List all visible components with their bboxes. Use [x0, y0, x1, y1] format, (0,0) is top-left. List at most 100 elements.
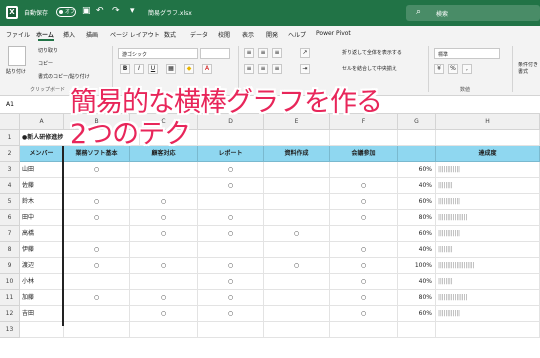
- format-painter-button[interactable]: 書式のコピー/貼り付け: [38, 73, 90, 80]
- cut-button[interactable]: 切り取り: [38, 47, 58, 54]
- row-header-11[interactable]: 11: [0, 290, 20, 306]
- tab-data[interactable]: データ: [190, 30, 208, 39]
- empty-cell[interactable]: [436, 130, 540, 146]
- align-middle-button[interactable]: ≡: [258, 48, 268, 58]
- progress-mark-cell[interactable]: [64, 274, 130, 290]
- achievement-bar[interactable]: ||||||||||||||||: [436, 210, 540, 226]
- progress-mark-cell[interactable]: ○: [198, 274, 264, 290]
- font-name-select[interactable]: 游ゴシック: [118, 48, 198, 59]
- progress-mark-cell[interactable]: [264, 242, 330, 258]
- empty-cell[interactable]: [20, 322, 64, 338]
- header-cell[interactable]: 資料作成: [264, 146, 330, 162]
- progress-mark-cell[interactable]: ○: [330, 306, 398, 322]
- empty-cell[interactable]: [398, 130, 436, 146]
- member-name[interactable]: 吉田: [20, 306, 64, 322]
- progress-mark-cell[interactable]: ○: [330, 194, 398, 210]
- progress-mark-cell[interactable]: ○: [64, 258, 130, 274]
- progress-mark-cell[interactable]: ○: [130, 258, 198, 274]
- achievement-percent[interactable]: 80%: [398, 210, 436, 226]
- progress-mark-cell[interactable]: [330, 226, 398, 242]
- empty-cell[interactable]: [330, 130, 398, 146]
- achievement-percent[interactable]: 40%: [398, 242, 436, 258]
- undo-icon[interactable]: ↶: [96, 6, 104, 16]
- progress-mark-cell[interactable]: ○: [330, 290, 398, 306]
- row-header-6[interactable]: 6: [0, 210, 20, 226]
- tab-draw[interactable]: 描画: [86, 30, 98, 39]
- member-name[interactable]: 田中: [20, 210, 64, 226]
- row-header-4[interactable]: 4: [0, 178, 20, 194]
- tab-page-layout[interactable]: ページ レイアウト: [110, 30, 160, 39]
- align-top-button[interactable]: ≡: [244, 48, 254, 58]
- progress-mark-cell[interactable]: [264, 274, 330, 290]
- column-header-h[interactable]: H: [436, 114, 540, 130]
- progress-mark-cell[interactable]: ○: [330, 258, 398, 274]
- progress-mark-cell[interactable]: ○: [264, 258, 330, 274]
- tab-view[interactable]: 表示: [242, 30, 254, 39]
- redo-icon[interactable]: ↷: [112, 6, 120, 16]
- achievement-bar[interactable]: ||||||||: [436, 274, 540, 290]
- progress-mark-cell[interactable]: [264, 194, 330, 210]
- progress-mark-cell[interactable]: [64, 178, 130, 194]
- row-header-5[interactable]: 5: [0, 194, 20, 210]
- orientation-button[interactable]: ↗: [300, 48, 310, 58]
- progress-mark-cell[interactable]: ○: [130, 210, 198, 226]
- progress-mark-cell[interactable]: [198, 194, 264, 210]
- italic-button[interactable]: I: [134, 64, 144, 74]
- tab-file[interactable]: ファイル: [6, 30, 30, 39]
- tab-help[interactable]: ヘルプ: [288, 30, 306, 39]
- conditional-format-button[interactable]: 条件付き書式: [518, 62, 540, 76]
- progress-mark-cell[interactable]: ○: [64, 162, 130, 178]
- member-name[interactable]: 渡辺: [20, 258, 64, 274]
- comma-button[interactable]: ,: [462, 64, 472, 74]
- header-cell[interactable]: メンバー: [20, 146, 64, 162]
- row-header-12[interactable]: 12: [0, 306, 20, 322]
- achievement-percent[interactable]: 60%: [398, 194, 436, 210]
- bold-button[interactable]: B: [120, 64, 130, 74]
- achievement-bar[interactable]: ||||||||||||: [436, 194, 540, 210]
- indent-button[interactable]: ⇥: [300, 64, 310, 74]
- progress-mark-cell[interactable]: ○: [198, 306, 264, 322]
- row-header-9[interactable]: 9: [0, 258, 20, 274]
- progress-mark-cell[interactable]: ○: [330, 178, 398, 194]
- achievement-bar[interactable]: ||||||||||||: [436, 306, 540, 322]
- row-header-1[interactable]: 1: [0, 130, 20, 146]
- font-size-select[interactable]: [200, 48, 230, 59]
- row-header-2[interactable]: 2: [0, 146, 20, 162]
- wrap-text-button[interactable]: 折り返して全体を表示する: [342, 49, 402, 56]
- align-right-button[interactable]: ≡: [272, 64, 282, 74]
- autosave-toggle[interactable]: オフ: [56, 7, 76, 17]
- empty-cell[interactable]: [330, 322, 398, 338]
- progress-mark-cell[interactable]: [64, 306, 130, 322]
- progress-mark-cell[interactable]: ○: [64, 242, 130, 258]
- achievement-bar[interactable]: ||||||||: [436, 242, 540, 258]
- empty-cell[interactable]: [198, 322, 264, 338]
- progress-mark-cell[interactable]: ○: [198, 210, 264, 226]
- progress-mark-cell[interactable]: [330, 162, 398, 178]
- row-header-10[interactable]: 10: [0, 274, 20, 290]
- progress-mark-cell[interactable]: ○: [198, 226, 264, 242]
- member-name[interactable]: 小林: [20, 274, 64, 290]
- tab-developer[interactable]: 開発: [266, 30, 278, 39]
- paste-button[interactable]: 貼り付け: [6, 68, 26, 75]
- progress-mark-cell[interactable]: [264, 178, 330, 194]
- quick-access-dropdown-icon[interactable]: ▾: [130, 6, 135, 16]
- fill-color-button[interactable]: ◆: [184, 64, 194, 74]
- name-box[interactable]: A1: [6, 101, 14, 108]
- achievement-percent[interactable]: 60%: [398, 306, 436, 322]
- achievement-percent[interactable]: 60%: [398, 162, 436, 178]
- empty-cell[interactable]: [130, 322, 198, 338]
- tab-home[interactable]: ホーム: [36, 30, 54, 39]
- progress-mark-cell[interactable]: [130, 178, 198, 194]
- empty-cell[interactable]: [436, 322, 540, 338]
- save-icon[interactable]: ▣: [82, 6, 91, 16]
- header-cell[interactable]: 会議参加: [330, 146, 398, 162]
- row-header-3[interactable]: 3: [0, 162, 20, 178]
- progress-mark-cell[interactable]: ○: [330, 274, 398, 290]
- progress-mark-cell[interactable]: ○: [130, 194, 198, 210]
- progress-mark-cell[interactable]: [264, 290, 330, 306]
- underline-button[interactable]: U: [148, 64, 158, 74]
- achievement-bar[interactable]: ||||||||||||||||||||: [436, 258, 540, 274]
- progress-mark-cell[interactable]: [264, 210, 330, 226]
- header-cell[interactable]: [398, 146, 436, 162]
- progress-mark-cell[interactable]: ○: [64, 210, 130, 226]
